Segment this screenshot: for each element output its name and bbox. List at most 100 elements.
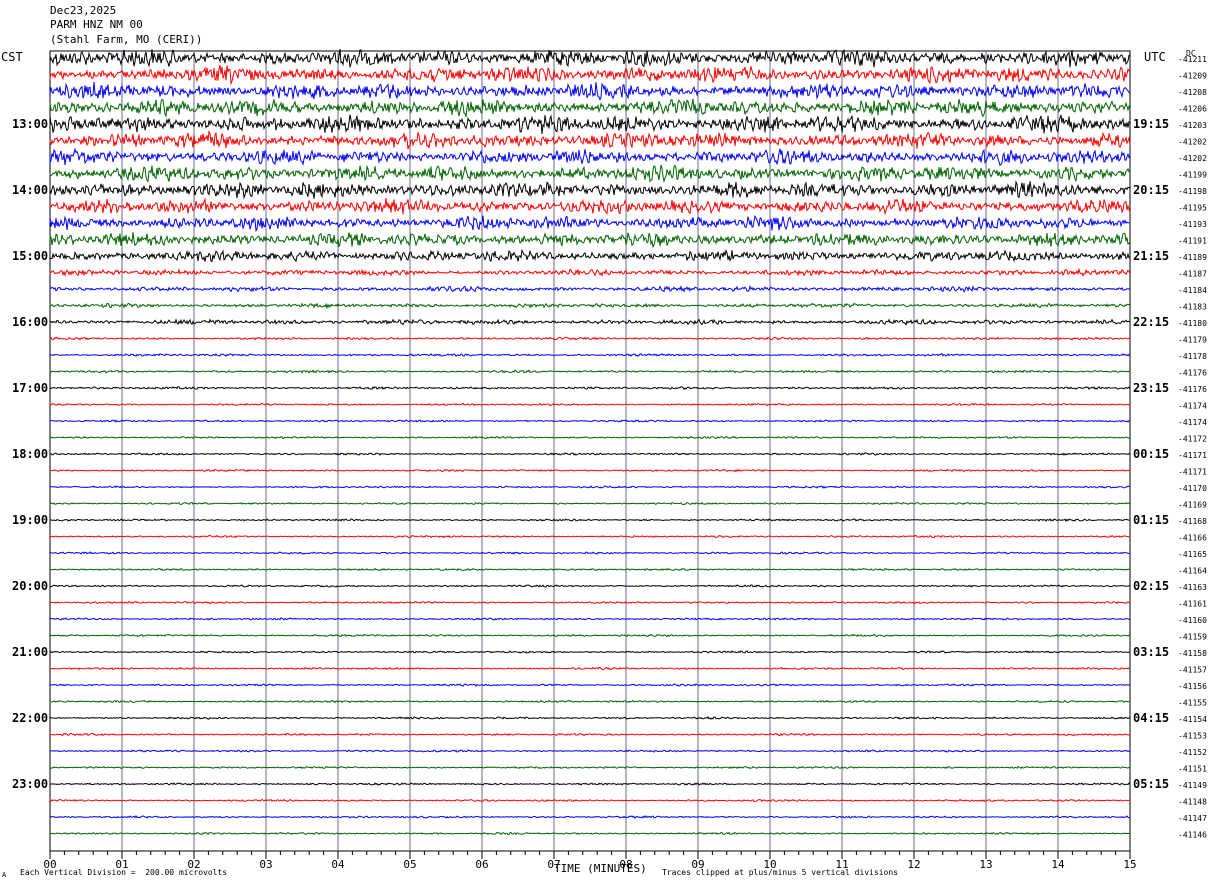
utc-hour-label: 00:15 [1133,447,1169,461]
seismogram-plot: 00 01 02 03 04 05 06 07 08 09 10 11 12 13 14 15 -41211 -4… [12,48,1207,871]
trace-9 [49,180,1131,200]
trace-26 [49,468,1131,473]
trace-18 [49,336,1131,341]
trace-45 [49,782,1131,786]
dc-offset-label: -41156 [1178,682,1207,691]
trace-2 [49,65,1131,86]
cst-hour-label: 21:00 [12,645,48,659]
x-tick-label: 06 [475,858,488,871]
cst-hour-label: 22:00 [12,711,48,725]
dc-offset-label: -41160 [1178,616,1207,625]
utc-hour-label: 22:15 [1133,315,1169,329]
dc-offset-label: -41176 [1178,369,1207,378]
dc-offset-label: -41189 [1178,253,1207,262]
dc-offset-label: -41161 [1178,600,1207,609]
trace-47 [49,814,1131,819]
dc-offset-label: -41157 [1178,666,1207,675]
cst-hour-label: 18:00 [12,447,48,461]
utc-hour-label: 01:15 [1133,513,1169,527]
trace-13 [49,248,1131,263]
dc-offset-label: -41178 [1178,352,1207,361]
trace-1 [49,48,1131,68]
dc-offset-label: -41174 [1178,418,1207,427]
trace-38 [49,666,1131,671]
cst-hour-label: 14:00 [12,183,48,197]
dc-offset-label: -41187 [1178,270,1207,279]
trace-16 [49,302,1131,310]
dc-offset-label: -41202 [1178,138,1207,147]
x-tick-label: 15 [1123,858,1136,871]
x-tick-label: 05 [403,858,416,871]
trace-22 [49,402,1131,407]
cst-hour-label: 20:00 [12,579,48,593]
trace-43 [49,749,1131,753]
dc-offset-label: -41149 [1178,781,1207,790]
utc-hour-label: 03:15 [1133,645,1169,659]
dc-offset-label: -41155 [1178,699,1207,708]
dc-offset-label: -41166 [1178,534,1207,543]
trace-39 [49,683,1131,687]
trace-35 [49,617,1131,621]
trace-12 [49,232,1131,249]
trace-30 [49,534,1131,539]
cst-hour-label: 16:00 [12,315,48,329]
trace-19 [49,352,1131,358]
dc-offset-label: -41203 [1178,121,1207,130]
trace-8 [49,164,1131,184]
trace-21 [49,385,1131,391]
dc-offset-label: -41158 [1178,649,1207,658]
trace-37 [49,650,1131,654]
dc-offset-label: -41147 [1178,814,1207,823]
dc-offset-label: -41154 [1178,715,1207,724]
x-tick-label: 09 [691,858,704,871]
x-tick-label: 07 [547,858,560,871]
x-tick-label: 12 [907,858,920,871]
dc-offset-label: -41209 [1178,72,1207,81]
trace-42 [49,732,1131,737]
trace-11 [49,214,1131,232]
trace-28 [49,501,1131,506]
trace-15 [49,284,1131,293]
trace-25 [49,452,1131,456]
x-tick-label: 14 [1051,858,1065,871]
trace-5 [49,114,1131,135]
dc-offset-label: -41146 [1178,831,1207,840]
trace-10 [49,197,1131,216]
dc-offset-label: -41169 [1178,501,1207,510]
cst-hour-label: 19:00 [12,513,48,527]
cst-hour-label: 13:00 [12,117,48,131]
dc-offset-label: -41159 [1178,633,1207,642]
dc-offset-label: -41153 [1178,732,1207,741]
trace-27 [49,485,1131,489]
dc-offset-label: -41211 [1178,55,1207,64]
dc-offset-label: -41164 [1178,567,1207,576]
x-tick-label: 11 [835,858,848,871]
trace-29 [49,518,1131,523]
trace-36 [49,633,1131,638]
trace-31 [49,551,1131,555]
trace-17 [49,318,1131,326]
dc-offset-label: -41208 [1178,88,1207,97]
trace-20 [49,369,1131,374]
dc-offset-label: -41171 [1178,468,1207,477]
x-tick-label: 00 [43,858,56,871]
dc-offset-label: -41172 [1178,435,1207,444]
utc-hour-label: 20:15 [1133,183,1169,197]
x-tick-label: 04 [331,858,345,871]
trace-7 [49,147,1131,167]
dc-offset-label: -41198 [1178,187,1207,196]
dc-offset-label: -41202 [1178,154,1207,163]
x-tick-label: 13 [979,858,992,871]
dc-offset-label: -41191 [1178,237,1207,246]
trace-44 [49,765,1131,770]
dc-offset-label: -41180 [1178,319,1207,328]
x-tick-label: 02 [187,858,200,871]
dc-offset-label: -41174 [1178,402,1207,411]
trace-14 [49,267,1131,278]
trace-40 [49,699,1131,704]
x-tick-label: 03 [259,858,272,871]
x-tick-label: 01 [115,858,128,871]
trace-33 [49,584,1131,588]
dc-offset-label: -41152 [1178,748,1207,757]
utc-hour-label: 23:15 [1133,381,1169,395]
